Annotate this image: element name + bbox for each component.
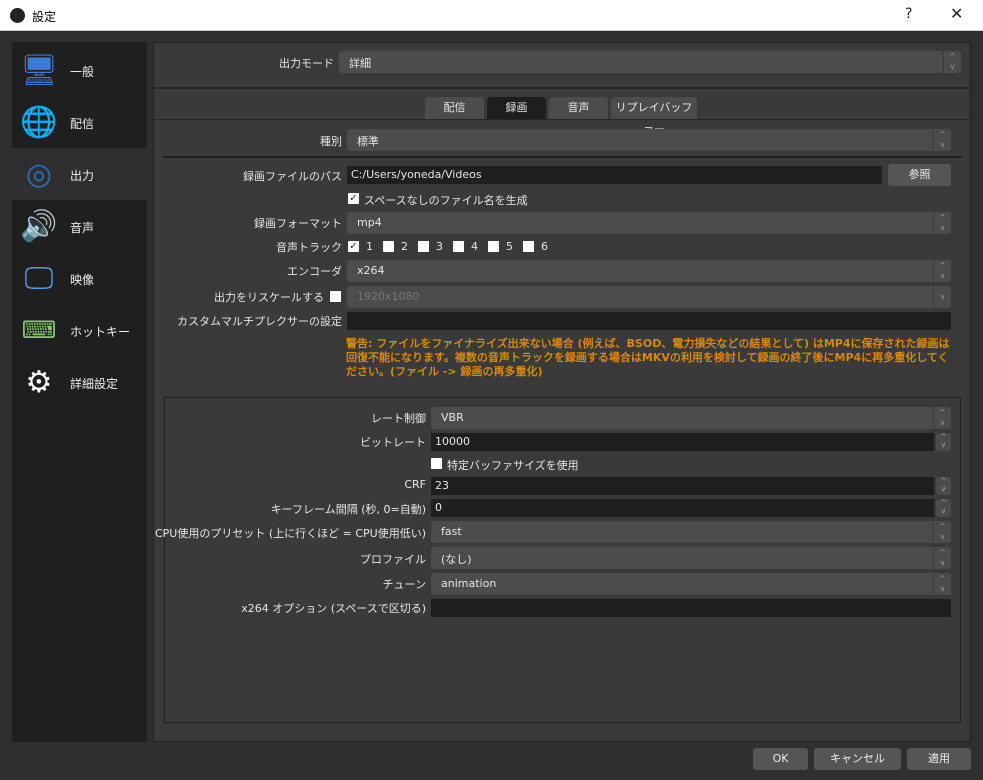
title-bar: 設定 ? ✕ (0, 0, 983, 31)
sidebar-item-stream[interactable]: 🌐 配信 (12, 96, 147, 148)
bitrate-input[interactable]: 10000 ^ v (431, 433, 951, 451)
general-icon: 🖥 (19, 52, 59, 88)
browse-button[interactable]: 参照 (888, 164, 951, 186)
chevron-down-icon: v (933, 286, 951, 308)
preset-label: CPU使用のプリセット (上に行くほど = CPU使用低い) (154, 527, 426, 540)
close-button[interactable]: ✕ (950, 4, 963, 23)
sidebar-item-video[interactable]: 🖵 映像 (12, 252, 147, 304)
sidebar-item-label: 詳細設定 (70, 377, 119, 391)
preset-select[interactable]: fast ^ v (431, 521, 951, 543)
chevron-updown-icon: ^ v (933, 260, 951, 282)
obs-logo-icon (10, 8, 25, 23)
rescale-label: 出力をリスケールする (214, 291, 324, 304)
cancel-button[interactable]: キャンセル (814, 748, 901, 770)
muxer-label: カスタムマルチプレクサーの設定 (177, 315, 342, 328)
track-5-checkbox[interactable] (488, 241, 499, 252)
crf-input[interactable]: 23 ^ v (431, 477, 951, 495)
chevron-updown-icon: ^ v (933, 407, 951, 429)
speaker-icon: 🔊 (20, 208, 58, 244)
sidebar-item-label: ホットキー (70, 325, 131, 339)
chevron-updown-icon: ^ v (943, 51, 961, 73)
profile-label: プロファイル (360, 553, 426, 566)
divider (154, 87, 970, 89)
encoder-label: エンコーダ (287, 265, 342, 278)
warning-text: 警告: ファイルをファイナライズ出来ない場合 (例えば、BSOD、電力損失などの… (346, 337, 950, 378)
track-3-checkbox[interactable] (418, 241, 429, 252)
format-label: 録画フォーマット (254, 217, 342, 230)
monitor-icon: 🖵 (24, 260, 54, 296)
rescale-checkbox[interactable] (330, 291, 341, 302)
output-icon: ◎ (25, 156, 53, 192)
window-title: 設定 (32, 10, 57, 24)
spinner-icon[interactable]: ^ v (936, 477, 951, 495)
track-label: 4 (471, 240, 478, 253)
output-mode-select[interactable]: 詳細 ^ v (339, 51, 961, 73)
tune-select[interactable]: animation ^ v (431, 573, 951, 595)
buffer-size-label: 特定バッファサイズを使用 (447, 459, 579, 472)
chevron-updown-icon: ^ v (933, 547, 951, 569)
crf-label: CRF (404, 478, 426, 491)
encoder-select[interactable]: x264 ^ v (347, 260, 951, 282)
sidebar-item-advanced[interactable]: ⚙ 詳細設定 (12, 356, 147, 408)
rate-control-label: レート制御 (371, 412, 426, 425)
path-label: 録画ファイルのパス (243, 170, 342, 183)
track-label: 1 (366, 240, 373, 253)
track-6-checkbox[interactable] (523, 241, 534, 252)
apply-button[interactable]: 適用 (907, 748, 971, 770)
keyframe-label: キーフレーム間隔 (秒, 0=自動) (270, 503, 426, 516)
muxer-input[interactable] (347, 312, 951, 330)
track-label: 3 (436, 240, 443, 253)
sidebar-item-label: 配信 (70, 117, 95, 131)
track-1-checkbox[interactable]: ✓ (348, 241, 359, 252)
profile-select[interactable]: (なし) ^ v (431, 547, 951, 569)
audio-track-label: 音声トラック (276, 241, 342, 254)
track-4-checkbox[interactable] (453, 241, 464, 252)
spinner-icon[interactable]: ^ v (936, 499, 951, 517)
sidebar-item-hotkeys[interactable]: ⌨ ホットキー (12, 304, 147, 356)
rate-control-select[interactable]: VBR ^ v (431, 407, 951, 429)
sidebar-item-label: 出力 (70, 169, 95, 183)
sidebar-item-label: 映像 (70, 273, 95, 287)
help-button[interactable]: ? (905, 6, 912, 22)
chevron-updown-icon: ^ v (933, 573, 951, 595)
divider (163, 156, 962, 158)
settings-sidebar: 🖥 一般 🌐 配信 ◎ 出力 🔊 音声 🖵 映像 ⌨ ホットキー ⚙ 詳細設定 (12, 42, 147, 742)
nospace-label: スペースなしのファイル名を生成 (364, 194, 528, 207)
tab-stream[interactable]: 配信 (425, 97, 484, 119)
sidebar-item-label: 一般 (70, 65, 95, 79)
sidebar-item-audio[interactable]: 🔊 音声 (12, 200, 147, 252)
chevron-updown-icon: ^ v (933, 212, 951, 234)
sidebar-item-label: 音声 (70, 221, 95, 235)
sidebar-item-output[interactable]: ◎ 出力 (12, 148, 147, 200)
tab-audio[interactable]: 音声 (549, 97, 608, 119)
tab-replay-buffer[interactable]: リプレイバッファー (611, 97, 697, 136)
gears-icon: ⚙ (25, 364, 53, 400)
tab-recording[interactable]: 録画 (487, 97, 546, 119)
track-label: 2 (401, 240, 408, 253)
globe-icon: 🌐 (20, 104, 58, 140)
type-label: 種別 (320, 135, 342, 148)
tune-label: チューン (382, 578, 426, 591)
chevron-updown-icon: ^ v (933, 129, 951, 151)
format-select[interactable]: mp4 ^ v (347, 212, 951, 234)
ok-button[interactable]: OK (753, 748, 808, 770)
rescale-select[interactable]: 1920x1080 v (347, 286, 951, 308)
keyboard-icon: ⌨ (21, 316, 57, 344)
x264-options-input[interactable] (431, 599, 951, 617)
recording-type-select[interactable]: 標準 ^ v (347, 129, 951, 151)
spinner-icon[interactable]: ^ v (936, 433, 951, 451)
divider (154, 119, 970, 120)
track-2-checkbox[interactable] (383, 241, 394, 252)
track-label: 6 (541, 240, 548, 253)
chevron-updown-icon: ^ v (933, 521, 951, 543)
x264-options-label: x264 オプション (スペースで区切る) (241, 602, 426, 615)
keyframe-input[interactable]: 0 ^ v (431, 499, 951, 517)
nospace-checkbox[interactable]: ✓ (348, 193, 359, 204)
track-label: 5 (506, 240, 513, 253)
recording-path-input[interactable]: C:/Users/yoneda/Videos (347, 166, 882, 184)
sidebar-item-general[interactable]: 🖥 一般 (12, 44, 147, 96)
bitrate-label: ビットレート (360, 436, 426, 449)
output-mode-label: 出力モード (279, 57, 334, 70)
buffer-size-checkbox[interactable] (431, 458, 442, 469)
